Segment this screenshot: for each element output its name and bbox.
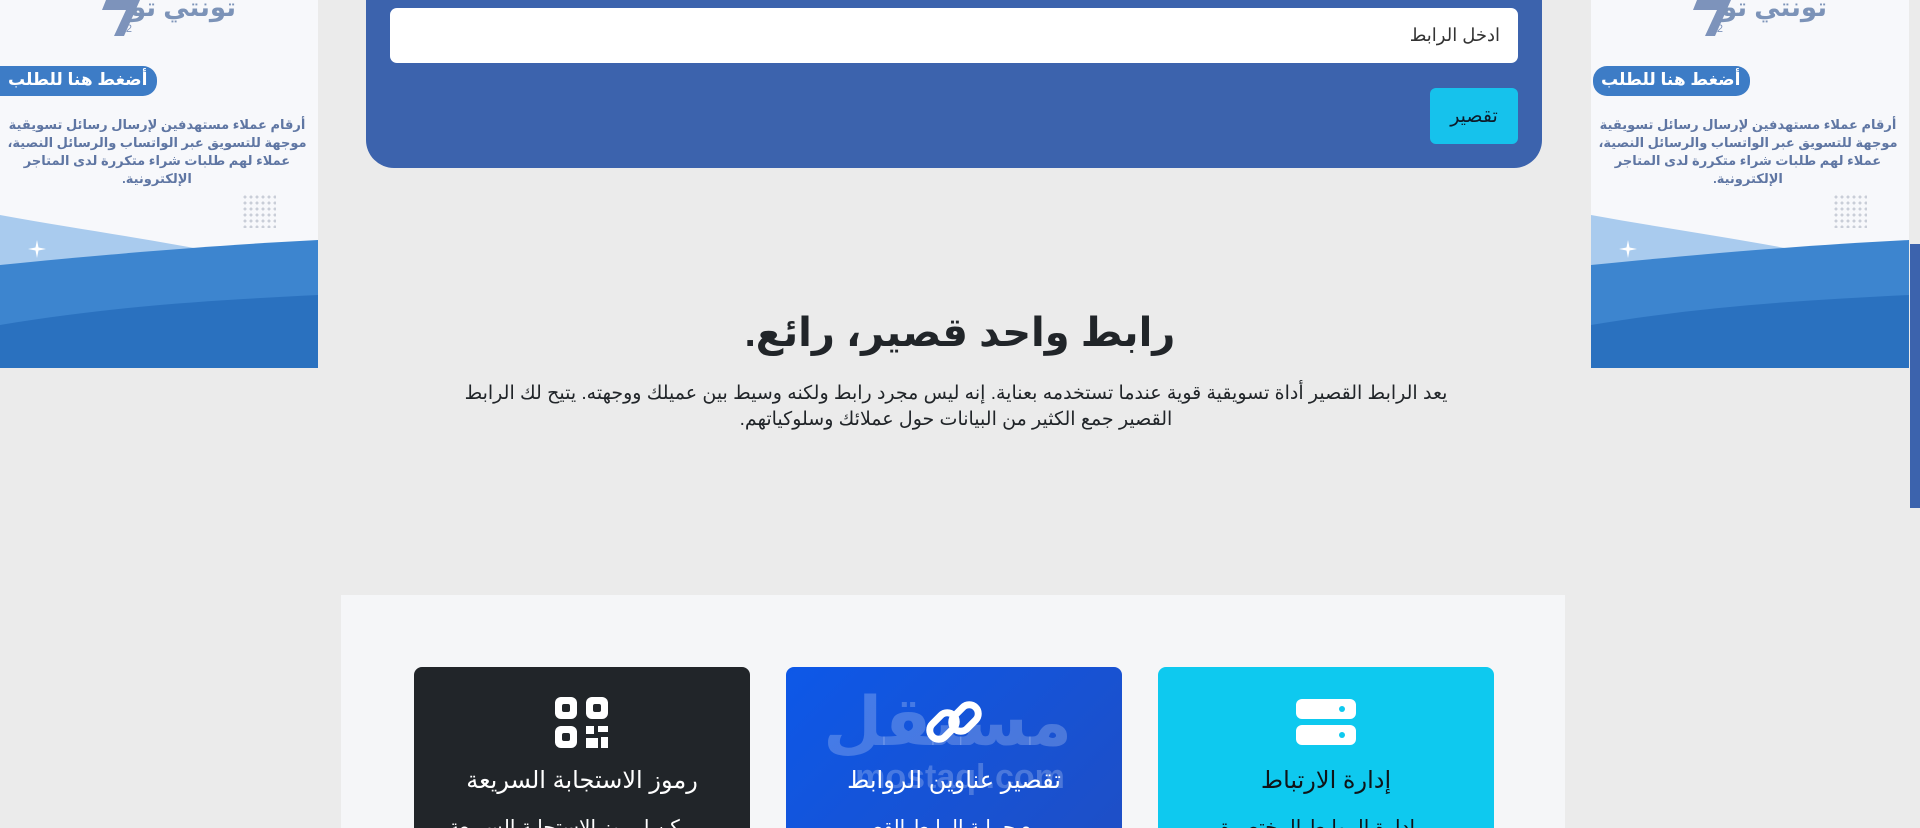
url-input[interactable] xyxy=(390,8,1518,63)
ad-description: أرقام عملاء مستهدفين لإرسال رسائل تسويقي… xyxy=(7,117,307,186)
feature-text: ...إدارة الروابط المختصرة xyxy=(1220,817,1432,828)
ad-description: أرقام عملاء مستهدفين لإرسال رسائل تسويقي… xyxy=(1598,117,1898,186)
section-description: يعد الرابط القصير أداة تسويقية قوية عندم… xyxy=(464,383,1448,430)
link-icon xyxy=(926,701,982,743)
features-section: رموز الاستجابة السريعة ...يمكن لرموز الا… xyxy=(341,595,1565,828)
scrollbar-thumb[interactable] xyxy=(1910,244,1920,508)
server-icon xyxy=(1296,699,1356,745)
feature-text: ...يمكن لرموز الاستجابة السريعة xyxy=(448,817,716,828)
ad-logo: 22 تونتي تو xyxy=(96,0,236,44)
ad-order-button[interactable]: أضغط هنا للطلب xyxy=(0,66,158,96)
feature-title: تقصير عناوين الروابط xyxy=(847,767,1061,794)
feature-card-link-shortening[interactable]: تقصير عناوين الروابط ...مع حماية الرابط … xyxy=(786,667,1122,828)
section-headline: رابط واحد قصير، رائع. xyxy=(744,311,1176,355)
ad-logo: 22 تونتي تو xyxy=(1687,0,1827,44)
sparkle-icon xyxy=(28,240,46,258)
feature-title: رموز الاستجابة السريعة xyxy=(466,767,698,794)
feature-card-link-management[interactable]: إدارة الارتباط ...إدارة الروابط المختصرة xyxy=(1158,667,1494,828)
feature-title: إدارة الارتباط xyxy=(1260,767,1392,794)
sparkle-icon xyxy=(1619,240,1637,258)
ad-order-button[interactable]: أضغط هنا للطلب xyxy=(1593,66,1751,96)
url-shortener-form: تقصير xyxy=(366,0,1542,168)
feature-text: ...مع حماية الرابط القصير xyxy=(849,817,1059,828)
qr-code-icon xyxy=(555,697,608,748)
shorten-button[interactable]: تقصير xyxy=(1430,88,1518,144)
svg-text:22: 22 xyxy=(1711,23,1723,35)
ad-logo-text: تونتي تو xyxy=(1720,0,1827,22)
svg-text:22: 22 xyxy=(120,23,132,35)
ad-logo-text: تونتي تو xyxy=(129,0,236,22)
feature-card-qr-codes[interactable]: رموز الاستجابة السريعة ...يمكن لرموز الا… xyxy=(414,667,750,828)
